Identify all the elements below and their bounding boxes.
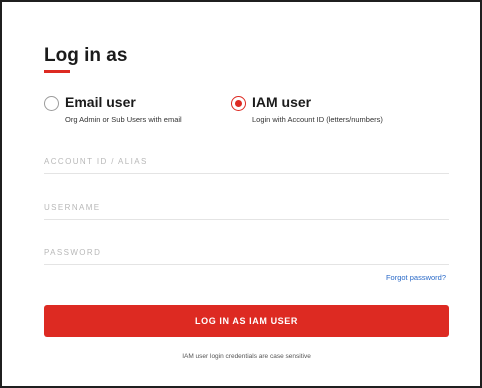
username-input[interactable] <box>44 195 449 220</box>
iam-user-radio[interactable] <box>231 96 246 111</box>
iam-user-label: IAM user <box>252 94 312 110</box>
email-user-radio[interactable] <box>44 96 59 111</box>
case-sensitive-note: IAM user login credentials are case sens… <box>182 353 311 360</box>
title-underline <box>44 70 70 73</box>
forgot-password-link[interactable]: Forgot password? <box>386 273 446 282</box>
login-button[interactable]: LOG IN AS IAM USER <box>44 305 449 337</box>
password-input[interactable] <box>44 240 449 265</box>
account-id-input[interactable] <box>44 149 449 174</box>
email-user-description: Org Admin or Sub Users with email <box>65 115 182 124</box>
page-title: Log in as <box>44 45 128 66</box>
iam-user-option[interactable]: IAM user Login with Account ID (letters/… <box>231 94 441 128</box>
login-card: Log in as Email user Org Admin or Sub Us… <box>0 0 482 388</box>
email-user-label: Email user <box>65 94 136 110</box>
iam-user-description: Login with Account ID (letters/numbers) <box>252 115 383 124</box>
email-user-option[interactable]: Email user Org Admin or Sub Users with e… <box>44 94 234 128</box>
